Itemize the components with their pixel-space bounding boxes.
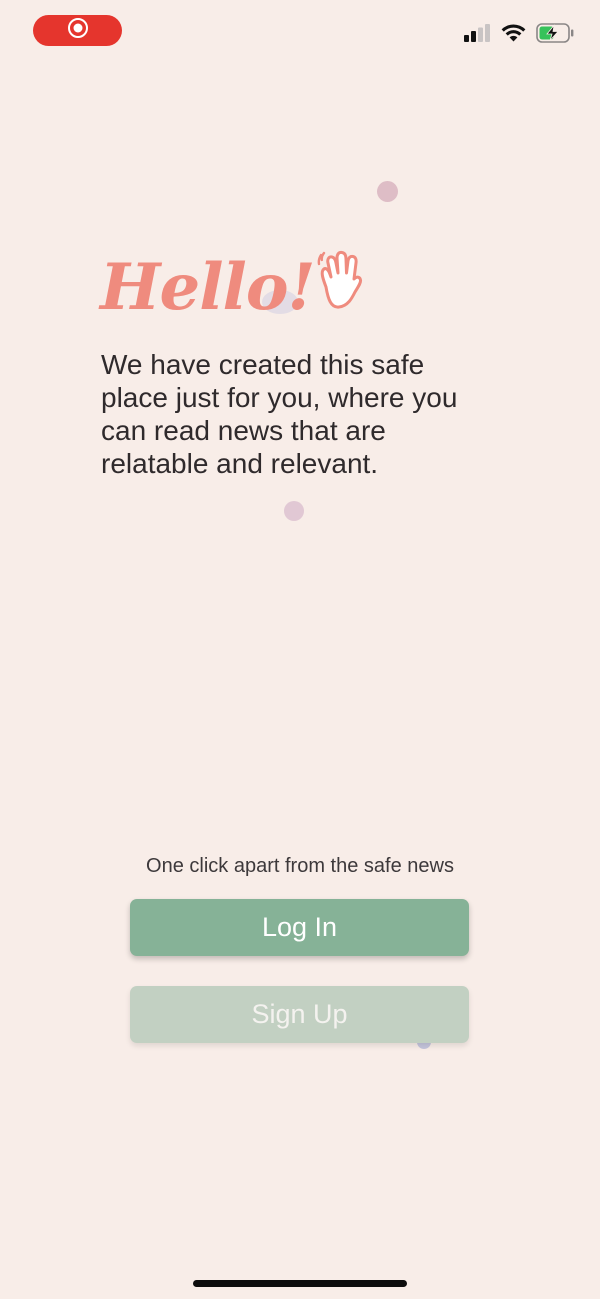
waving-hand-icon <box>317 249 363 318</box>
screen-recording-icon <box>67 17 89 44</box>
home-indicator[interactable] <box>193 1280 407 1287</box>
status-bar-icons <box>464 22 574 48</box>
decorative-dot <box>377 181 398 202</box>
login-button-label: Log In <box>261 912 338 942</box>
cellular-signal-icon <box>464 23 491 47</box>
welcome-message: We have created this safe place just for… <box>101 349 458 479</box>
welcome-headline: Hello! <box>100 230 363 320</box>
welcome-screen: Hello! We have created this safe place j… <box>0 0 600 1299</box>
auth-tagline: One click apart from the safe news <box>146 855 454 877</box>
login-button[interactable]: Log In <box>130 899 469 956</box>
battery-charging-icon <box>536 22 574 48</box>
signup-button-label: Sign Up <box>251 999 348 1029</box>
headline-text: Hello! <box>100 250 316 325</box>
signup-button[interactable]: Sign Up <box>130 986 469 1043</box>
screen-recording-indicator[interactable] <box>33 15 122 46</box>
wifi-icon <box>501 23 526 47</box>
decorative-dot <box>284 501 304 521</box>
